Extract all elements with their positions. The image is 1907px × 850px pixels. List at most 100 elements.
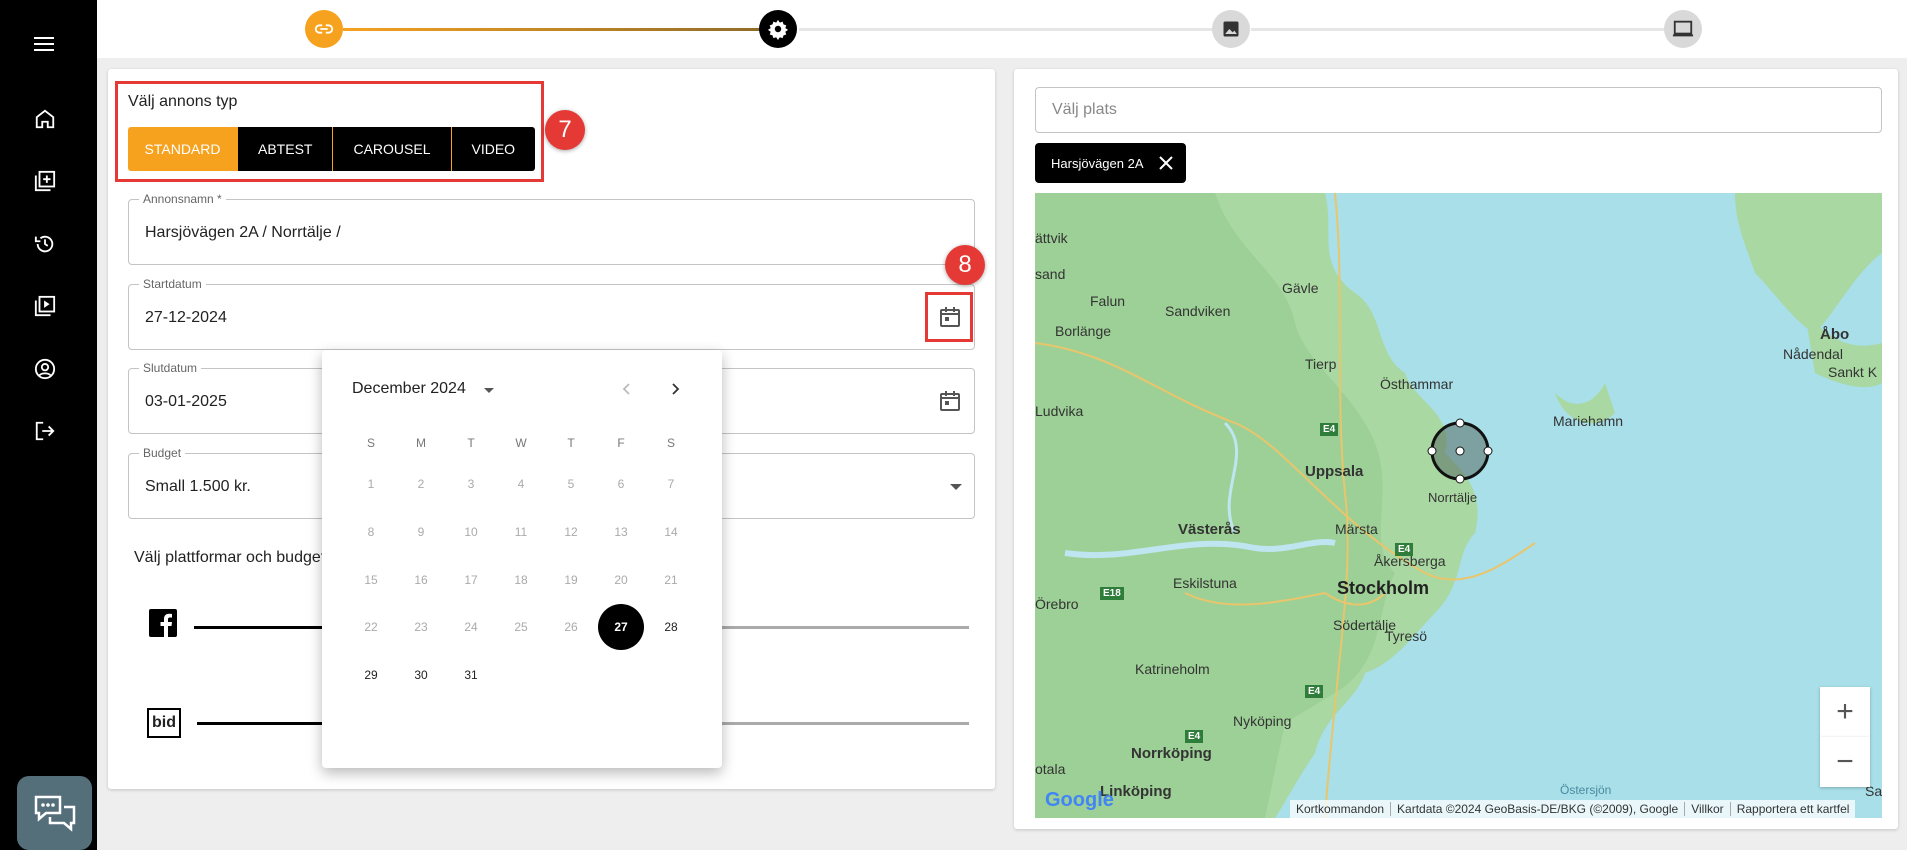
video-library-icon[interactable] xyxy=(30,291,60,321)
calendar-day: 14 xyxy=(664,525,678,539)
facebook-icon xyxy=(149,609,177,637)
map-terrain xyxy=(1035,193,1882,818)
ad-name-field[interactable]: Annonsnamn * Harsjövägen 2A / Norrtälje … xyxy=(128,192,975,265)
calendar-day: 5 xyxy=(567,477,575,491)
stepper-line xyxy=(799,28,1231,31)
ad-name-value: Harsjövägen 2A / Norrtälje / xyxy=(145,224,341,241)
end-date-label: Slutdatum xyxy=(139,361,202,375)
calendar-day: 4 xyxy=(517,477,525,491)
calendar-day: 21 xyxy=(664,573,678,587)
menu-icon[interactable] xyxy=(30,29,60,59)
account-icon[interactable] xyxy=(30,354,60,384)
map-label: Sankt K xyxy=(1828,364,1878,380)
calendar-day[interactable]: 28 xyxy=(648,604,694,650)
map-label: Mariehamn xyxy=(1553,413,1624,429)
facebook-budget-track[interactable] xyxy=(722,626,969,629)
calendar-day: 16 xyxy=(414,573,428,587)
calendar-day: 1 xyxy=(367,477,375,491)
map-label: Uppsala xyxy=(1305,463,1364,480)
report-error-link[interactable]: Rapportera ett kartfel xyxy=(1731,802,1856,816)
calendar-day[interactable]: 31 xyxy=(448,652,494,698)
weekday-label: S xyxy=(666,436,675,450)
bid-budget-track[interactable] xyxy=(722,722,969,725)
google-logo: Google xyxy=(1045,789,1114,811)
calendar-day: 24 xyxy=(464,620,478,634)
location-search-input[interactable] xyxy=(1035,87,1882,133)
location-chip-label: Harsjövägen 2A xyxy=(1051,155,1144,171)
chevron-left-icon xyxy=(622,383,630,395)
prev-month-button[interactable] xyxy=(612,374,642,404)
map-label: Sandviken xyxy=(1165,303,1231,319)
calendar-day: 13 xyxy=(614,525,628,539)
next-month-button[interactable] xyxy=(660,374,690,404)
calendar-day[interactable]: 29 xyxy=(348,652,394,698)
map-label: Märsta xyxy=(1335,521,1378,537)
step-image[interactable] xyxy=(1212,10,1250,48)
road-label: E4 xyxy=(1185,730,1204,743)
month-label[interactable]: December 2024 xyxy=(352,380,466,398)
month-dropdown-icon[interactable] xyxy=(484,388,494,393)
bid-budget-slider[interactable] xyxy=(197,722,324,725)
map-label: Västerås xyxy=(1178,521,1241,538)
map-label: Falun xyxy=(1090,293,1126,309)
calendar-day: 9 xyxy=(417,525,425,539)
chat-button[interactable] xyxy=(17,776,92,850)
step-link[interactable] xyxy=(305,10,343,48)
bid-logo-text: bid xyxy=(152,714,176,731)
calendar-icon[interactable] xyxy=(938,389,962,413)
progress-stepper xyxy=(97,0,1907,58)
map-label: Östhammar xyxy=(1380,376,1454,392)
ad-type-standard-button[interactable]: STANDARD xyxy=(128,127,238,171)
zoom-in-button[interactable]: + xyxy=(1820,687,1870,737)
plus-icon: + xyxy=(1836,695,1854,728)
ad-type-video-button[interactable]: VIDEO xyxy=(451,127,536,171)
calendar-day[interactable]: 30 xyxy=(398,652,444,698)
zoom-out-button[interactable]: − xyxy=(1820,737,1870,787)
chevron-right-icon xyxy=(672,383,680,395)
calendar-day: 12 xyxy=(564,525,578,539)
budget-label: Budget xyxy=(139,446,186,460)
settings-icon xyxy=(767,19,789,40)
ad-type-toggle-group: STANDARD ABTEST CAROUSEL VIDEO xyxy=(128,127,536,171)
start-date-field[interactable]: Startdatum 27-12-2024 xyxy=(128,277,975,350)
weekday-label: M xyxy=(416,436,426,450)
chevron-down-icon xyxy=(950,484,962,490)
step-settings[interactable] xyxy=(759,10,797,48)
budget-value: Small 1.500 kr. xyxy=(145,478,251,495)
facebook-budget-slider[interactable] xyxy=(194,626,324,629)
annotation-badge-8: 8 xyxy=(945,245,985,285)
start-date-value: 27-12-2024 xyxy=(145,309,227,326)
map-label: sand xyxy=(1035,266,1066,282)
keyboard-shortcuts-link[interactable]: Kortkommandon xyxy=(1290,802,1392,816)
monitor-icon xyxy=(1672,20,1694,37)
annotation-badge-7: 7 xyxy=(545,110,585,150)
step-preview[interactable] xyxy=(1664,10,1702,48)
map-label: Åbo xyxy=(1820,326,1850,343)
chat-bubbles-icon xyxy=(34,795,75,832)
selected-day[interactable]: 27 xyxy=(598,604,644,650)
calendar-day: 3 xyxy=(467,477,475,491)
add-ad-icon[interactable] xyxy=(30,166,60,196)
map-label: Östersjön xyxy=(1560,783,1612,797)
weekday-label: S xyxy=(366,436,375,450)
map[interactable]: ättvik sand Falun Gävle Sandviken Borlän… xyxy=(1035,193,1882,818)
close-icon[interactable] xyxy=(1158,155,1174,171)
map-label: ättvik xyxy=(1035,230,1068,246)
link-icon xyxy=(314,24,334,34)
terms-link[interactable]: Villkor xyxy=(1685,802,1731,816)
calendar-day: 26 xyxy=(564,620,578,634)
calendar-day: 23 xyxy=(414,620,428,634)
history-icon[interactable] xyxy=(30,229,60,259)
map-label: Gävle xyxy=(1282,280,1319,296)
calendar-day: 19 xyxy=(564,573,578,587)
ad-type-abtest-button[interactable]: ABTEST xyxy=(238,127,334,171)
home-icon[interactable] xyxy=(30,104,60,134)
stepper-line-done xyxy=(343,28,777,31)
calendar-day: 8 xyxy=(367,525,375,539)
road-label: E4 xyxy=(1305,685,1324,698)
map-label: Ludvika xyxy=(1035,403,1084,419)
calendar-day: 7 xyxy=(667,477,675,491)
ad-type-carousel-button[interactable]: CAROUSEL xyxy=(333,127,452,171)
logout-icon[interactable] xyxy=(30,416,60,446)
road-label: E18 xyxy=(1100,587,1124,600)
